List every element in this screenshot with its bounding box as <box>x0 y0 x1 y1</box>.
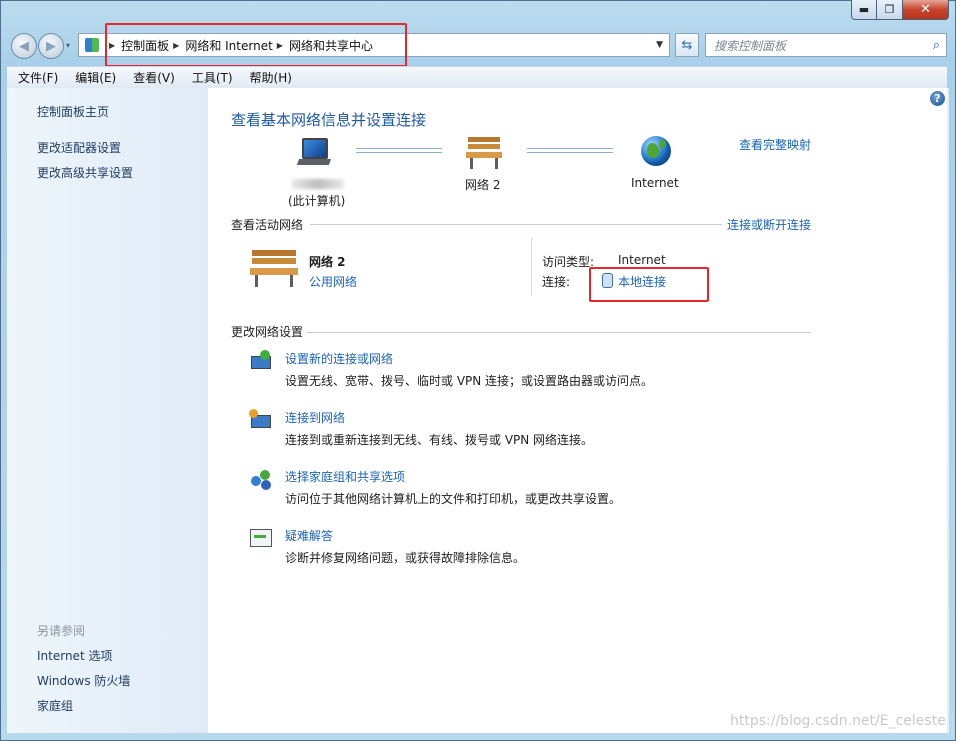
minimize-button[interactable]: ▬ <box>851 0 877 20</box>
active-network-name: 网络 2 <box>309 255 346 269</box>
scrollbar-track[interactable] <box>947 88 949 733</box>
menu-file[interactable]: 文件(F) <box>7 69 64 86</box>
access-type-label: 访问类型: <box>542 255 595 269</box>
task-setup-new-connection-desc: 设置无线、宽带、拨号、临时或 VPN 连接；或设置路由器或访问点。 <box>285 374 654 388</box>
watermark: https://blog.csdn.net/E_celeste <box>730 713 946 729</box>
menu-tools[interactable]: 工具(T) <box>181 69 239 86</box>
sidebar-link-advanced-sharing[interactable]: 更改高级共享设置 <box>37 164 133 181</box>
section-divider <box>310 224 722 225</box>
forward-arrow-icon: ▶ <box>46 38 56 54</box>
change-settings-heading: 更改网络设置 <box>231 325 304 339</box>
sidebar-link-internet-options[interactable]: Internet 选项 <box>37 647 112 664</box>
refresh-button[interactable]: ⇆ <box>675 33 699 57</box>
menu-edit[interactable]: 编辑(E) <box>64 69 122 86</box>
page-title: 查看基本网络信息并设置连接 <box>231 111 427 129</box>
sidebar-link-control-panel-home[interactable]: 控制面板主页 <box>37 103 109 120</box>
task-connect-network-desc: 连接到或重新连接到无线、有线、拨号或 VPN 网络连接。 <box>285 433 594 447</box>
back-arrow-icon: ◀ <box>19 38 29 54</box>
see-also-heading: 另请参阅 <box>37 624 86 638</box>
control-panel-icon <box>85 38 99 52</box>
task-homegroup-desc: 访问位于其他网络计算机上的文件和打印机，或更改共享设置。 <box>285 492 622 506</box>
recent-pages-dropdown[interactable]: ▾ <box>66 41 70 50</box>
menu-bar: 文件(F) 编辑(E) 查看(V) 工具(T) 帮助(H) <box>7 66 947 89</box>
network-map-label: 网络 2 <box>465 178 501 192</box>
map-connection-line <box>356 148 442 153</box>
internet-map-label: Internet <box>631 176 679 190</box>
network-bench-icon[interactable] <box>466 137 502 169</box>
sidebar-link-homegroup[interactable]: 家庭组 <box>37 697 73 714</box>
vertical-divider <box>531 238 532 296</box>
this-computer-label: (此计算机) <box>288 194 346 208</box>
map-connection-line <box>527 148 613 153</box>
refresh-icon: ⇆ <box>681 37 693 53</box>
new-connection-icon <box>249 350 273 372</box>
full-map-link[interactable]: 查看完整映射 <box>739 136 811 153</box>
task-homegroup-link[interactable]: 选择家庭组和共享选项 <box>285 468 405 485</box>
access-type-value: Internet <box>618 253 666 267</box>
sidebar-link-adapter-settings[interactable]: 更改适配器设置 <box>37 139 121 156</box>
connections-label: 连接: <box>542 275 571 289</box>
help-icon[interactable]: ? <box>930 91 945 106</box>
active-networks-heading: 查看活动网络 <box>231 218 304 232</box>
caption-buttons: ▬ ❐ ✕ <box>851 0 949 20</box>
menu-view[interactable]: 查看(V) <box>122 69 181 86</box>
close-button[interactable]: ✕ <box>903 0 949 20</box>
troubleshoot-icon <box>249 527 273 549</box>
sidebar: 控制面板主页 更改适配器设置 更改高级共享设置 另请参阅 Internet 选项… <box>7 88 208 733</box>
network-type-link[interactable]: 公用网络 <box>309 273 357 290</box>
sidebar-link-windows-firewall[interactable]: Windows 防火墙 <box>37 672 130 689</box>
back-button[interactable]: ◀ <box>11 33 37 59</box>
maximize-button[interactable]: ❐ <box>877 0 903 20</box>
connect-to-network-icon <box>249 409 273 431</box>
connect-disconnect-link[interactable]: 连接或断开连接 <box>727 216 811 233</box>
task-connect-network-link[interactable]: 连接到网络 <box>285 409 345 426</box>
task-setup-new-connection-link[interactable]: 设置新的连接或网络 <box>285 350 393 367</box>
menu-help[interactable]: 帮助(H) <box>239 69 298 86</box>
task-troubleshoot-link[interactable]: 疑难解答 <box>285 527 333 544</box>
search-placeholder: 搜索控制面板 <box>714 38 787 53</box>
active-network-bench-icon <box>250 250 298 288</box>
annotation-box-breadcrumb <box>105 23 407 67</box>
section-divider <box>307 332 811 333</box>
homegroup-icon <box>249 468 273 490</box>
task-troubleshoot-desc: 诊断并修复网络问题，或获得故障排除信息。 <box>285 551 526 565</box>
annotation-box-local-connection <box>589 267 709 302</box>
redacted-computer-name <box>292 179 344 189</box>
address-dropdown-icon[interactable]: ▼ <box>656 40 663 50</box>
computer-icon[interactable] <box>296 138 332 168</box>
search-icon[interactable]: ⌕ <box>933 38 940 53</box>
internet-globe-icon[interactable] <box>641 136 671 166</box>
search-input[interactable]: 搜索控制面板 ⌕ <box>705 33 947 57</box>
forward-button[interactable]: ▶ <box>38 33 64 59</box>
